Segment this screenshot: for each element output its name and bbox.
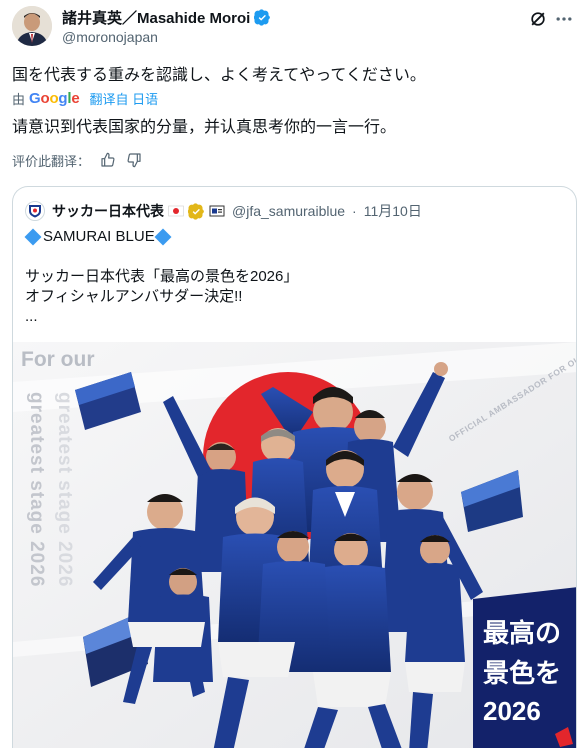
poster-artwork: For our greatest stage 2026 greatest sta…	[13, 342, 576, 748]
gold-verified-badge-icon	[188, 202, 204, 220]
translated-text: 请意识到代表国家的分量，并认真思考你的一言一行。	[12, 119, 397, 136]
google-logo: Google	[29, 89, 80, 107]
quoted-line-2: サッカー日本代表「最高の景色を2026」	[25, 268, 299, 285]
quoted-line-1: SAMURAI BLUE	[43, 228, 155, 245]
grok-icon[interactable]	[528, 9, 548, 29]
rate-translation-row: 评价此翻译：	[12, 151, 142, 169]
quoted-separator: ·	[352, 203, 357, 219]
poster-left-text-echo: greatest stage 2026	[54, 392, 75, 587]
author-handle[interactable]: @moronojapan	[62, 29, 158, 45]
title-banner: 最高の 景色を 2026	[473, 587, 576, 748]
quoted-author-handle[interactable]: @jfa_samuraiblue	[232, 203, 345, 219]
quoted-tweet-body: SAMURAI BLUE サッカー日本代表「最高の景色を2026」 オフィシャル…	[24, 227, 299, 327]
author-avatar[interactable]	[12, 6, 52, 46]
blue-diamond-icon	[24, 228, 42, 246]
thumbs-down-icon[interactable]	[126, 152, 142, 168]
translation-attribution: 由 Google 翻译自 日语	[12, 89, 159, 108]
quoted-line-3: オフィシャルアンバサダー決定!!	[25, 288, 243, 305]
rate-translation-label: 评价此翻译：	[12, 153, 91, 169]
banner-line-1: 最高の	[483, 618, 561, 649]
banner-line-3: 2026	[483, 696, 541, 726]
poster-left-text-1: For our	[21, 348, 95, 371]
quoted-author-name[interactable]: サッカー日本代表	[52, 201, 164, 221]
poster-left-text-2: greatest stage 2026	[26, 392, 47, 587]
more-options-icon[interactable]	[554, 9, 574, 29]
jfa-logo-icon[interactable]	[25, 201, 45, 221]
tweet-text: 国を代表する重みを認識し、よく考えてやってください。	[12, 67, 426, 84]
author-name[interactable]: 諸井真英／Masahide Moroi	[62, 7, 250, 28]
thumbs-up-icon[interactable]	[100, 152, 116, 168]
verified-badge-icon	[254, 8, 271, 26]
banner-line-2: 景色を	[483, 658, 561, 689]
translated-from-link[interactable]: 翻译自 日语	[90, 89, 159, 108]
ambassador-poster-image[interactable]: For our greatest stage 2026 greatest sta…	[13, 342, 576, 748]
author-name-line: 諸井真英／Masahide Moroi	[62, 7, 271, 27]
translated-by-label: 由	[12, 91, 26, 107]
quoted-date[interactable]: 11月10日	[364, 201, 422, 221]
quoted-tweet-card[interactable]: サッカー日本代表 @jfa_samuraiblue · 11月10日 SAMUR…	[12, 186, 577, 748]
affiliate-badge-icon	[209, 205, 225, 217]
tweet-view: 諸井真英／Masahide Moroi @moronojapan 国を代表する重…	[0, 0, 586, 748]
blue-diamond-icon	[154, 228, 172, 246]
quoted-tweet-header: サッカー日本代表 @jfa_samuraiblue · 11月10日	[25, 201, 422, 221]
japan-flag-icon	[168, 205, 184, 217]
quoted-line-4: ...	[25, 308, 38, 325]
